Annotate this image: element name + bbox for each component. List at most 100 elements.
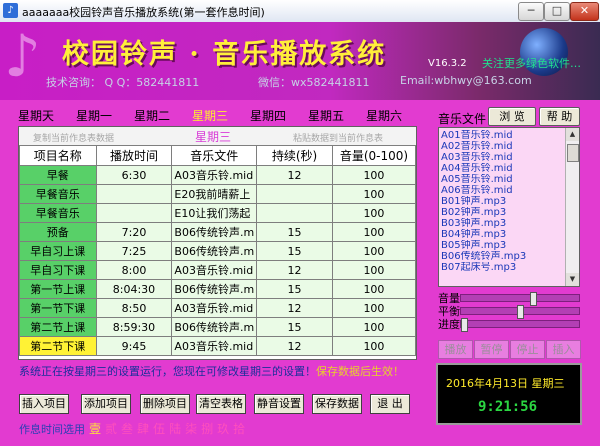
file-list-item[interactable]: B05钟声.mp3 (441, 240, 563, 251)
tab-saturday[interactable]: 星期六 (366, 107, 402, 124)
file-list-item[interactable]: B02钟声.mp3 (441, 207, 563, 218)
tab-thursday[interactable]: 星期四 (250, 107, 286, 124)
row-time-cell[interactable]: 6:30 (95, 165, 173, 185)
tab-friday[interactable]: 星期五 (308, 107, 344, 124)
header-name[interactable]: 项目名称 (19, 145, 97, 166)
row-name-cell[interactable]: 第二节上课 (19, 317, 97, 337)
table-row[interactable]: 早餐音乐 E20我前晴薪上 100 (19, 184, 416, 204)
row-duration-cell[interactable] (256, 184, 333, 204)
scheme-option[interactable]: 贰 (105, 422, 117, 436)
row-name-cell[interactable]: 第一节上课 (19, 279, 97, 299)
row-time-cell[interactable] (95, 203, 173, 223)
file-list-item[interactable]: A05音乐铃.mid (441, 174, 563, 185)
row-duration-cell[interactable] (256, 203, 333, 223)
table-row[interactable]: 早餐音乐 E10让我们荡起 100 (19, 203, 416, 223)
row-file-cell[interactable]: B06传统铃声.m (171, 279, 258, 299)
header-file[interactable]: 音乐文件 (171, 145, 258, 166)
row-duration-cell[interactable]: 12 (256, 336, 333, 356)
minimize-button[interactable]: ─ (518, 2, 544, 21)
row-name-cell[interactable]: 早餐音乐 (19, 184, 97, 204)
table-row[interactable]: 第二节下课 9:45 A03音乐铃.mid 12 100 (19, 336, 416, 356)
row-name-cell[interactable]: 第一节下课 (19, 298, 97, 318)
row-time-cell[interactable]: 7:20 (95, 222, 173, 242)
row-time-cell[interactable]: 8:04:30 (95, 279, 173, 299)
row-volume-cell[interactable]: 100 (331, 165, 416, 185)
header-time[interactable]: 播放时间 (95, 145, 173, 166)
file-list-item[interactable]: B04钟声.mp3 (441, 229, 563, 240)
row-file-cell[interactable]: A03音乐铃.mid (171, 165, 258, 185)
file-list-item[interactable]: B07起床号.mp3 (441, 262, 563, 273)
scheme-option[interactable]: 壹 (89, 422, 101, 436)
table-row[interactable]: 第一节下课 8:50 A03音乐铃.mid 12 100 (19, 298, 416, 318)
progress-slider[interactable] (460, 318, 580, 332)
scroll-thumb[interactable] (567, 144, 579, 162)
file-list-item[interactable]: B01钟声.mp3 (441, 196, 563, 207)
music-file-list[interactable]: A01音乐铃.mid A02音乐铃.mid A03音乐铃.mid A04音乐铃.mid… (438, 127, 580, 287)
volume-slider[interactable] (460, 292, 580, 306)
row-name-cell[interactable]: 第二节下课 (19, 336, 97, 356)
row-time-cell[interactable]: 8:59:30 (95, 317, 173, 337)
table-row[interactable]: 第一节上课 8:04:30 B06传统铃声.m 15 100 (19, 279, 416, 299)
header-duration[interactable]: 持续(秒) (256, 145, 333, 166)
mute-settings-button[interactable]: 静音设置 (254, 394, 304, 414)
scheme-option[interactable]: 叁 (121, 422, 133, 436)
maximize-button[interactable]: □ (544, 2, 570, 21)
progress-knob[interactable] (461, 318, 468, 332)
file-list-scrollbar[interactable]: ▲ ▼ (565, 128, 579, 286)
header-volume[interactable]: 音量(0-100) (331, 145, 416, 166)
clear-table-button[interactable]: 清空表格 (196, 394, 246, 414)
scroll-up-icon[interactable]: ▲ (566, 128, 579, 141)
row-volume-cell[interactable]: 100 (331, 298, 416, 318)
file-list-item[interactable]: A02音乐铃.mid (441, 141, 563, 152)
save-data-button[interactable]: 保存数据 (312, 394, 362, 414)
file-list-item[interactable]: A04音乐铃.mid (441, 163, 563, 174)
file-list-item[interactable]: A01音乐铃.mid (441, 130, 563, 141)
scheme-option[interactable]: 陆 (169, 422, 181, 436)
row-name-cell[interactable]: 早自习上课 (19, 241, 97, 261)
row-file-cell[interactable]: B06传统铃声.m (171, 222, 258, 242)
row-file-cell[interactable]: A03音乐铃.mid (171, 260, 258, 280)
row-name-cell[interactable]: 预备 (19, 222, 97, 242)
tab-monday[interactable]: 星期一 (76, 107, 112, 124)
row-duration-cell[interactable]: 12 (256, 260, 333, 280)
row-file-cell[interactable]: B06传统铃声.m (171, 241, 258, 261)
file-list-item[interactable]: A03音乐铃.mid (441, 152, 563, 163)
insert-item-button[interactable]: 插入项目 (19, 394, 69, 414)
insert-file-button[interactable]: 插入 (546, 340, 581, 359)
scheme-option[interactable]: 玖 (217, 422, 229, 436)
row-time-cell[interactable]: 8:50 (95, 298, 173, 318)
delete-item-button[interactable]: 删除项目 (140, 394, 190, 414)
row-time-cell[interactable]: 7:25 (95, 241, 173, 261)
scheme-option[interactable]: 捌 (201, 422, 213, 436)
help-button[interactable]: 帮 助 (539, 107, 580, 126)
row-time-cell[interactable]: 8:00 (95, 260, 173, 280)
scroll-down-icon[interactable]: ▼ (566, 273, 579, 286)
table-row[interactable]: 早自习上课 7:25 B06传统铃声.m 15 100 (19, 241, 416, 261)
row-name-cell[interactable]: 早餐 (19, 165, 97, 185)
row-duration-cell[interactable]: 15 (256, 222, 333, 242)
row-volume-cell[interactable]: 100 (331, 317, 416, 337)
table-row[interactable]: 预备 7:20 B06传统铃声.m 15 100 (19, 222, 416, 242)
pause-button[interactable]: 暂停 (474, 340, 509, 359)
row-volume-cell[interactable]: 100 (331, 184, 416, 204)
scheme-option[interactable]: 柒 (185, 422, 197, 436)
copy-schedule-button[interactable]: 复制当前作息表数据 (33, 131, 114, 144)
close-button[interactable]: ✕ (570, 2, 599, 21)
row-file-cell[interactable]: A03音乐铃.mid (171, 336, 258, 356)
row-time-cell[interactable] (95, 184, 173, 204)
row-file-cell[interactable]: A03音乐铃.mid (171, 298, 258, 318)
row-volume-cell[interactable]: 100 (331, 222, 416, 242)
volume-knob[interactable] (530, 292, 538, 306)
table-row[interactable]: 第二节上课 8:59:30 B06传统铃声.m 15 100 (19, 317, 416, 337)
balance-knob[interactable] (517, 305, 524, 319)
scheme-option[interactable]: 伍 (153, 422, 165, 436)
row-duration-cell[interactable]: 15 (256, 317, 333, 337)
paste-schedule-button[interactable]: 粘贴数据到当前作息表 (293, 131, 383, 144)
row-file-cell[interactable]: B06传统铃声.m (171, 317, 258, 337)
file-list-item[interactable]: B03钟声.mp3 (441, 218, 563, 229)
tab-tuesday[interactable]: 星期二 (134, 107, 170, 124)
tab-sunday[interactable]: 星期天 (18, 107, 54, 124)
row-name-cell[interactable]: 早餐音乐 (19, 203, 97, 223)
row-volume-cell[interactable]: 100 (331, 203, 416, 223)
row-file-cell[interactable]: E10让我们荡起 (171, 203, 258, 223)
